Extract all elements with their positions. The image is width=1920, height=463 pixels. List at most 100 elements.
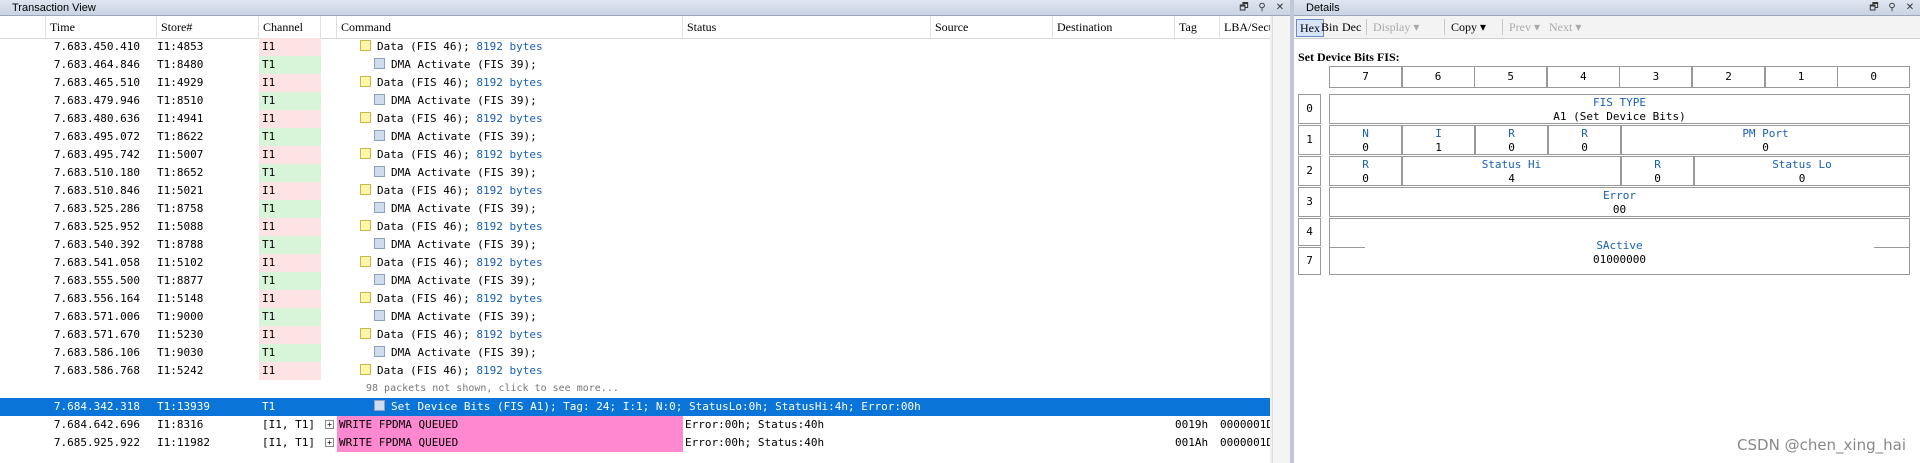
restore-icon[interactable]: 🗗: [1238, 0, 1250, 16]
table-row[interactable]: 7.683.586.106 T1:9030 T1 DMA Activate (FIS …: [0, 344, 1270, 362]
table-row[interactable]: 7.683.571.006 T1:9000 T1 DMA Activate (FIS …: [0, 308, 1270, 326]
header-tag[interactable]: Tag: [1175, 16, 1220, 38]
close-icon[interactable]: ✕: [1904, 0, 1916, 16]
bit-header: 7: [1329, 66, 1402, 88]
data-fis-icon: [360, 292, 371, 303]
time-cell: 7.683.556.164: [53, 292, 140, 305]
command-text: Data (FIS 46);: [377, 256, 470, 269]
copy-dropdown[interactable]: Copy ▾: [1448, 19, 1489, 35]
hidden-packets-link[interactable]: 98 packets not shown, click to see more.…: [366, 380, 766, 398]
header-store[interactable]: Store#: [157, 16, 259, 38]
display-dropdown[interactable]: Display ▾: [1370, 19, 1422, 35]
store-cell: I1:5230: [157, 328, 204, 341]
data-fis-icon: [360, 328, 371, 339]
fis-type-field[interactable]: FIS TYPE A1 (Set Device Bits): [1329, 94, 1910, 124]
table-row[interactable]: 7.683.540.392 T1:8788 T1 DMA Activate (FIS …: [0, 236, 1270, 254]
reserved-value: 0: [1508, 141, 1515, 154]
pin-icon[interactable]: ⚲: [1886, 0, 1898, 16]
time-cell: 7.683.541.058: [53, 256, 140, 269]
bin-button[interactable]: Bin: [1318, 19, 1341, 35]
pin-icon[interactable]: ⚲: [1256, 0, 1268, 16]
reserved-field[interactable]: R 0: [1548, 125, 1621, 155]
command-cell: Set Device Bits (FIS A1); Tag: 24; I:1; …: [330, 398, 1030, 416]
hidden-packets-row[interactable]: 98 packets not shown, click to see more.…: [0, 380, 1270, 398]
table-row[interactable]: 7.683.495.072 T1:8622 T1 DMA Activate (FIS …: [0, 128, 1270, 146]
header-source[interactable]: Source: [931, 16, 1053, 38]
n-field[interactable]: N 0: [1329, 125, 1402, 155]
prev-button[interactable]: Prev ▾: [1506, 19, 1543, 35]
table-row[interactable]: 7.683.450.410 I1:4853 I1 Data (FIS 46); 819…: [0, 38, 1270, 56]
channel-cell: [I1, T1]: [262, 418, 315, 431]
data-fis-icon: [360, 76, 371, 87]
vertical-scrollbar[interactable]: [1272, 16, 1291, 463]
header-status[interactable]: Status: [683, 16, 931, 38]
details-panel: Hex Bin Dec Display ▾ Copy ▾ Prev ▾ Next…: [1294, 16, 1920, 463]
byte-count: 8192 bytes: [476, 328, 543, 341]
command-text: DMA Activate (FIS 39);: [391, 202, 537, 215]
next-button[interactable]: Next ▾: [1546, 19, 1584, 35]
status-hi-field[interactable]: Status Hi 4: [1402, 156, 1621, 186]
table-row[interactable]: 7.683.525.286 T1:8758 T1 DMA Activate (FIS …: [0, 200, 1270, 218]
dma-activate-icon: [374, 238, 385, 249]
dec-button[interactable]: Dec: [1339, 19, 1364, 35]
time-cell: 7.683.525.286: [53, 202, 140, 215]
restore-icon[interactable]: 🗗: [1868, 0, 1880, 16]
expand-icon[interactable]: +: [325, 420, 334, 429]
channel-cell: T1: [259, 92, 321, 110]
header-channel[interactable]: Channel: [259, 16, 321, 38]
table-row[interactable]: 7.683.571.670 I1:5230 I1 Data (FIS 46); 819…: [0, 326, 1270, 344]
table-row[interactable]: 7.683.510.180 T1:8652 T1 DMA Activate (FIS …: [0, 164, 1270, 182]
reserved-field[interactable]: R 0: [1329, 156, 1402, 186]
pm-port-field[interactable]: PM Port 0: [1621, 125, 1910, 155]
status-lo-field[interactable]: Status Lo 0: [1694, 156, 1910, 186]
time-cell: 7.683.450.410: [53, 40, 140, 53]
table-row[interactable]: 7.684.642.696 I1:8316 [I1, T1] + WRITE FPDMA…: [0, 416, 1270, 434]
sactive-field[interactable]: SActive 01000000: [1329, 218, 1910, 275]
table-row[interactable]: 7.683.525.952 I1:5088 I1 Data (FIS 46); 819…: [0, 218, 1270, 236]
fis-type-value: A1 (Set Device Bits): [1553, 110, 1686, 123]
header-lba[interactable]: LBA/Sect: [1220, 16, 1270, 38]
table-row[interactable]: 7.683.586.768 I1:5242 I1 Data (FIS 46); 819…: [0, 362, 1270, 380]
i-field[interactable]: I 1: [1402, 125, 1475, 155]
header-destination[interactable]: Destination: [1053, 16, 1175, 38]
error-field[interactable]: Error 00: [1329, 187, 1910, 217]
store-cell: T1:8877: [157, 274, 204, 287]
header-time[interactable]: Time: [46, 16, 157, 38]
command-cell: Data (FIS 46); 8192 bytes: [330, 326, 680, 344]
command-cell: DMA Activate (FIS 39);: [330, 344, 680, 362]
reserved-field[interactable]: R 0: [1475, 125, 1548, 155]
table-row[interactable]: 7.683.541.058 I1:5102 I1 Data (FIS 46); 819…: [0, 254, 1270, 272]
byte-count: 8192 bytes: [476, 292, 543, 305]
status-lo-value: 0: [1798, 172, 1806, 185]
command-cell: WRITE FPDMA QUEUED: [337, 434, 683, 452]
channel-cell: T1: [259, 200, 321, 218]
table-row[interactable]: 7.683.555.500 T1:8877 T1 DMA Activate (FIS …: [0, 272, 1270, 290]
table-row[interactable]: 7.683.465.510 I1:4929 I1 Data (FIS 46); 819…: [0, 74, 1270, 92]
command-cell: Data (FIS 46); 8192 bytes: [330, 182, 680, 200]
command-text: Data (FIS 46);: [377, 292, 470, 305]
close-icon[interactable]: ✕: [1274, 0, 1286, 16]
header-expander: [321, 16, 337, 38]
channel-cell: I1: [259, 110, 321, 128]
store-cell: I1:4853: [157, 40, 204, 53]
time-cell: 7.685.925.922: [53, 436, 140, 449]
reserved-field[interactable]: R 0: [1621, 156, 1694, 186]
table-row[interactable]: 7.683.480.636 I1:4941 I1 Data (FIS 46); 819…: [0, 110, 1270, 128]
table-row-selected[interactable]: 7.684.342.318 T1:13939 T1 Set Device Bits (…: [0, 398, 1270, 416]
channel-cell: T1: [259, 236, 321, 254]
table-row[interactable]: 7.683.495.742 I1:5007 I1 Data (FIS 46); 819…: [0, 146, 1270, 164]
table-row[interactable]: 7.685.925.922 I1:11982 [I1, T1] + WRITE FPDM…: [0, 434, 1270, 452]
command-text: Data (FIS 46);: [377, 40, 470, 53]
table-row[interactable]: 7.683.510.846 I1:5021 I1 Data (FIS 46); 819…: [0, 182, 1270, 200]
command-text: DMA Activate (FIS 39);: [391, 58, 537, 71]
table-row[interactable]: 7.683.556.164 I1:5148 I1 Data (FIS 46); 819…: [0, 290, 1270, 308]
reserved-value: 0: [1654, 172, 1661, 185]
table-row[interactable]: 7.683.479.946 T1:8510 T1 DMA Activate (FIS …: [0, 92, 1270, 110]
table-row[interactable]: 7.683.464.846 T1:8480 T1 DMA Activate (FIS …: [0, 56, 1270, 74]
store-cell: T1:8758: [157, 202, 204, 215]
dma-activate-icon: [374, 130, 385, 141]
command-text: DMA Activate (FIS 39);: [391, 310, 537, 323]
expand-icon[interactable]: +: [325, 438, 334, 447]
time-cell: 7.684.642.696: [53, 418, 140, 431]
header-command[interactable]: Command: [337, 16, 683, 38]
